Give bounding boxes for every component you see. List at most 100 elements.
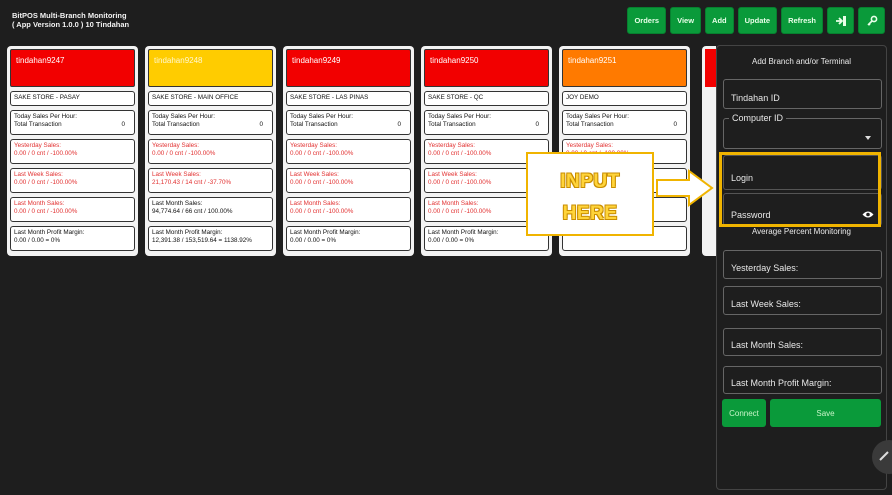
branch-card-partial[interactable] bbox=[702, 46, 716, 256]
profit-margin-box: Last Month Profit Margin: 12,391.38 / 153… bbox=[148, 226, 273, 251]
profit-margin-value: 0.00 / 0.00 = 0% bbox=[290, 236, 337, 244]
password-field[interactable]: Password bbox=[723, 193, 882, 226]
total-transaction-label: Total Transaction bbox=[566, 120, 614, 128]
branch-id: tindahan9249 bbox=[292, 56, 341, 65]
total-transaction-value: 0 bbox=[535, 120, 539, 128]
tindahan-id-field[interactable]: Tindahan ID bbox=[723, 79, 882, 109]
today-sales-label: Today Sales Per Hour: bbox=[566, 113, 629, 120]
branch-id: tindahan9251 bbox=[568, 56, 617, 65]
lastmonth-sales-value: 0.00 / 0 cnt / -100.00% bbox=[290, 207, 354, 215]
yesterday-sales-label: Yesterday Sales: bbox=[290, 142, 338, 149]
refresh-button[interactable]: Refresh bbox=[781, 7, 823, 34]
settings-button[interactable] bbox=[858, 7, 885, 34]
panel-title: Add Branch and/or Terminal bbox=[751, 57, 852, 66]
branch-card[interactable]: tindahan9249 SAKE STORE - LAS PINAS Today … bbox=[283, 46, 414, 256]
lastweek-sales-value: 0.00 / 0 cnt / -100.00% bbox=[14, 178, 78, 186]
yesterday-sales-label: Yesterday Sales: bbox=[152, 142, 200, 149]
total-transaction-label: Total Transaction bbox=[428, 120, 476, 128]
lastweek-sales-label: Last Week Sales: bbox=[290, 171, 339, 178]
lastweek-sales-box: Last Week Sales: 21,170.43 / 14 cnt / -37… bbox=[148, 168, 273, 193]
yesterday-sales-label: Yesterday Sales: bbox=[428, 142, 476, 149]
today-sales-label: Today Sales Per Hour: bbox=[290, 113, 353, 120]
logout-icon bbox=[835, 15, 846, 26]
today-sales-box: Today Sales Per Hour: Total Transaction 0 bbox=[286, 110, 411, 135]
login-label: Login bbox=[731, 173, 754, 183]
app-title-line1: BitPOS Multi-Branch Monitoring bbox=[12, 11, 127, 20]
avg-margin-label: Last Month Profit Margin: bbox=[731, 378, 832, 388]
branch-card[interactable]: tindahan9247 SAKE STORE - PASAY Today Sale… bbox=[7, 46, 138, 256]
yesterday-sales-value: 0.00 / 0 cnt / -100.00% bbox=[152, 149, 216, 157]
lastweek-sales-box: Last Week Sales: 0.00 / 0 cnt / -100.00% bbox=[286, 168, 411, 193]
profit-margin-value: 0.00 / 0.00 = 0% bbox=[428, 236, 475, 244]
branch-card[interactable]: tindahan9248 SAKE STORE - MAIN OFFICE Toda… bbox=[145, 46, 276, 256]
lastweek-sales-value: 21,170.43 / 14 cnt / -37.70% bbox=[152, 178, 232, 186]
today-sales-box: Today Sales Per Hour: Total Transaction 0 bbox=[148, 110, 273, 135]
lastmonth-sales-label: Last Month Sales: bbox=[290, 200, 341, 207]
total-transaction-label: Total Transaction bbox=[14, 120, 62, 128]
connect-button[interactable]: Connect bbox=[722, 399, 766, 427]
profit-margin-box: Last Month Profit Margin: 0.00 / 0.00 = 0… bbox=[10, 226, 135, 251]
view-button[interactable]: View bbox=[670, 7, 702, 34]
average-title: Average Percent Monitoring bbox=[751, 227, 852, 236]
branch-card-header[interactable]: tindahan9250 bbox=[424, 49, 549, 87]
tindahan-id-label: Tindahan ID bbox=[731, 93, 780, 103]
app-title: BitPOS Multi-Branch Monitoring ( App Ver… bbox=[12, 11, 129, 29]
lastmonth-sales-box: Last Month Sales: 94,774.64 / 66 cnt / 10… bbox=[148, 197, 273, 222]
toolbar: Orders View Add Update Refresh bbox=[627, 7, 885, 34]
input-here-text: INPUT HERE bbox=[546, 166, 634, 230]
lastmonth-sales-label: Last Month Sales: bbox=[14, 200, 65, 207]
computer-id-select[interactable]: Computer ID bbox=[723, 113, 882, 149]
store-name: SAKE STORE - LAS PINAS bbox=[286, 91, 411, 106]
password-label: Password bbox=[731, 210, 771, 220]
avg-yesterday-field[interactable]: Yesterday Sales: bbox=[723, 250, 882, 279]
store-name: SAKE STORE - PASAY bbox=[10, 91, 135, 106]
lastmonth-sales-value: 94,774.64 / 66 cnt / 100.00% bbox=[152, 207, 233, 215]
orders-button[interactable]: Orders bbox=[627, 7, 667, 34]
yesterday-sales-value: 0.00 / 0 cnt / -100.00% bbox=[14, 149, 78, 157]
yesterday-sales-box: Yesterday Sales:0.00 / 0 cnt / -100.00% bbox=[10, 139, 135, 164]
store-name: JOY DEMO bbox=[562, 91, 687, 106]
branch-id: tindahan9247 bbox=[16, 56, 65, 65]
callout-line2: HERE bbox=[562, 203, 618, 224]
chevron-down-icon bbox=[865, 136, 871, 140]
yesterday-sales-value: 0.00 / 0 cnt / -100.00% bbox=[290, 149, 354, 157]
avg-lastmonth-label: Last Month Sales: bbox=[731, 340, 804, 350]
branch-card-header[interactable]: tindahan9248 bbox=[148, 49, 273, 87]
key-settings-icon bbox=[866, 15, 877, 26]
pencil-icon bbox=[879, 451, 889, 461]
add-button[interactable]: Add bbox=[705, 7, 734, 34]
branch-id: tindahan9248 bbox=[154, 56, 203, 65]
profit-margin-label: Last Month Profit Margin: bbox=[152, 229, 223, 236]
lastmonth-sales-value: 0.00 / 0 cnt / -100.00% bbox=[14, 207, 78, 215]
avg-lastmonth-field[interactable]: Last Month Sales: bbox=[723, 328, 882, 356]
store-name: SAKE STORE - QC bbox=[424, 91, 549, 106]
callout-arrow-icon bbox=[656, 169, 714, 207]
lastweek-sales-label: Last Week Sales: bbox=[14, 171, 63, 178]
branch-id: tindahan9250 bbox=[430, 56, 479, 65]
logout-button[interactable] bbox=[827, 7, 854, 34]
total-transaction-value: 0 bbox=[673, 120, 677, 128]
branch-card-header[interactable]: tindahan9249 bbox=[286, 49, 411, 87]
save-button[interactable]: Save bbox=[770, 399, 881, 427]
profit-margin-value: 12,391.38 / 153,519.64 = 1138.92% bbox=[152, 236, 252, 244]
login-field[interactable]: Login bbox=[723, 155, 882, 190]
avg-lastweek-label: Last Week Sales: bbox=[731, 299, 801, 309]
profit-margin-value: 0.00 / 0.00 = 0% bbox=[14, 236, 61, 244]
computer-id-label: Computer ID bbox=[729, 113, 787, 123]
eye-icon[interactable] bbox=[862, 210, 874, 219]
profit-margin-label: Last Month Profit Margin: bbox=[290, 229, 361, 236]
branch-card-header[interactable]: tindahan9247 bbox=[10, 49, 135, 87]
update-button[interactable]: Update bbox=[737, 7, 778, 34]
total-transaction-value: 0 bbox=[397, 120, 401, 128]
total-transaction-value: 0 bbox=[259, 120, 263, 128]
branch-card-header[interactable]: tindahan9251 bbox=[562, 49, 687, 87]
today-sales-label: Today Sales Per Hour: bbox=[428, 113, 491, 120]
lastmonth-sales-box: Last Month Sales: 0.00 / 0 cnt / -100.00% bbox=[10, 197, 135, 222]
avg-margin-field[interactable]: Last Month Profit Margin: bbox=[723, 366, 882, 394]
yesterday-sales-box: Yesterday Sales:0.00 / 0 cnt / -100.00% bbox=[148, 139, 273, 164]
avg-lastweek-field[interactable]: Last Week Sales: bbox=[723, 286, 882, 315]
yesterday-sales-box: Yesterday Sales:0.00 / 0 cnt / -100.00% bbox=[286, 139, 411, 164]
lastweek-sales-label: Last Week Sales: bbox=[152, 171, 201, 178]
today-sales-label: Today Sales Per Hour: bbox=[14, 113, 77, 120]
avg-yesterday-label: Yesterday Sales: bbox=[731, 263, 799, 273]
